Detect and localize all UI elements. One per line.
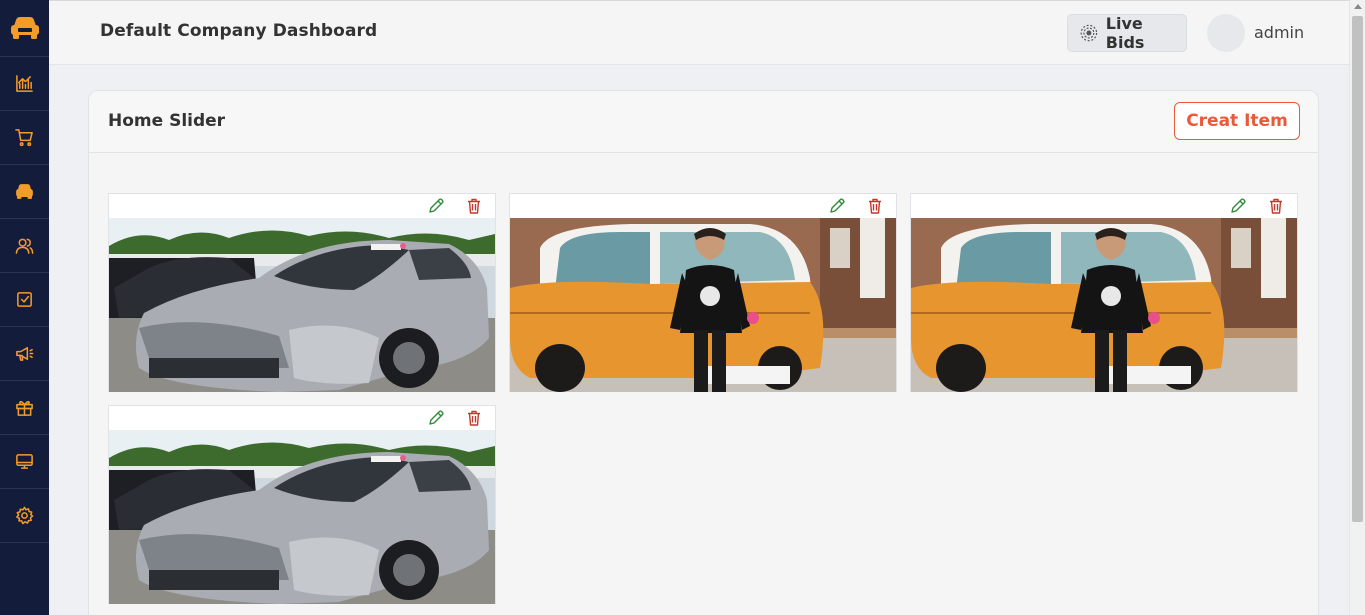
slider-image-boy-orange-car	[510, 218, 896, 392]
slider-item	[509, 193, 897, 392]
slider-item	[108, 193, 496, 392]
item-toolbar	[911, 194, 1297, 218]
scroll-thumb[interactable]	[1352, 16, 1363, 522]
car-icon	[16, 184, 33, 199]
slider-item	[910, 193, 1298, 392]
card-header: Home Slider Creat Item	[89, 91, 1318, 153]
scroll-up-arrow-icon[interactable]	[1354, 4, 1362, 9]
sidebar-item-users[interactable]	[0, 219, 49, 273]
chart-icon	[16, 75, 33, 92]
page-title: Default Company Dashboard	[100, 21, 378, 41]
trash-delete-icon[interactable]	[866, 197, 884, 215]
gear-icon	[16, 506, 34, 525]
users-icon	[15, 238, 34, 254]
trash-delete-icon[interactable]	[1267, 197, 1285, 215]
item-toolbar	[510, 194, 896, 218]
sidebar-item-tasks[interactable]	[0, 273, 49, 327]
sidebar-item-vehicles[interactable]	[0, 165, 49, 219]
top-header: Default Company Dashboard Live Bids admi…	[49, 0, 1349, 65]
megaphone-icon	[16, 347, 34, 361]
sidebar-item-settings[interactable]	[0, 489, 49, 543]
card-title: Home Slider	[108, 111, 226, 131]
item-toolbar	[109, 406, 495, 430]
pencil-edit-icon[interactable]	[427, 409, 445, 427]
cart-icon	[15, 129, 33, 147]
sidebar	[0, 0, 49, 615]
pencil-edit-icon[interactable]	[427, 197, 445, 215]
sidebar-item-orders[interactable]	[0, 111, 49, 165]
avatar[interactable]	[1207, 14, 1245, 52]
sidebar-item-display[interactable]	[0, 435, 49, 489]
gift-icon	[16, 400, 33, 416]
user-name[interactable]: admin	[1254, 23, 1304, 42]
pencil-edit-icon[interactable]	[1229, 197, 1247, 215]
page-scrollbar[interactable]	[1349, 0, 1365, 615]
slider-item	[108, 405, 496, 604]
checklist-icon	[17, 292, 32, 307]
item-toolbar	[109, 194, 495, 218]
sidebar-item-analytics[interactable]	[0, 57, 49, 111]
monitor-icon	[16, 454, 33, 469]
live-bids-button[interactable]: Live Bids	[1067, 14, 1187, 52]
slider-image-boy-orange-car	[911, 218, 1297, 392]
broadcast-icon	[1080, 24, 1098, 42]
slider-image-damaged-sedan	[109, 218, 495, 392]
car-logo-icon	[10, 17, 39, 39]
pencil-edit-icon[interactable]	[828, 197, 846, 215]
sidebar-item-campaigns[interactable]	[0, 327, 49, 381]
brand-logo[interactable]	[0, 0, 49, 57]
trash-delete-icon[interactable]	[465, 409, 483, 427]
live-bids-label: Live Bids	[1105, 14, 1145, 52]
sidebar-item-rewards[interactable]	[0, 381, 49, 435]
trash-delete-icon[interactable]	[465, 197, 483, 215]
create-item-button[interactable]: Creat Item	[1174, 102, 1300, 140]
slider-image-damaged-sedan	[109, 430, 495, 604]
